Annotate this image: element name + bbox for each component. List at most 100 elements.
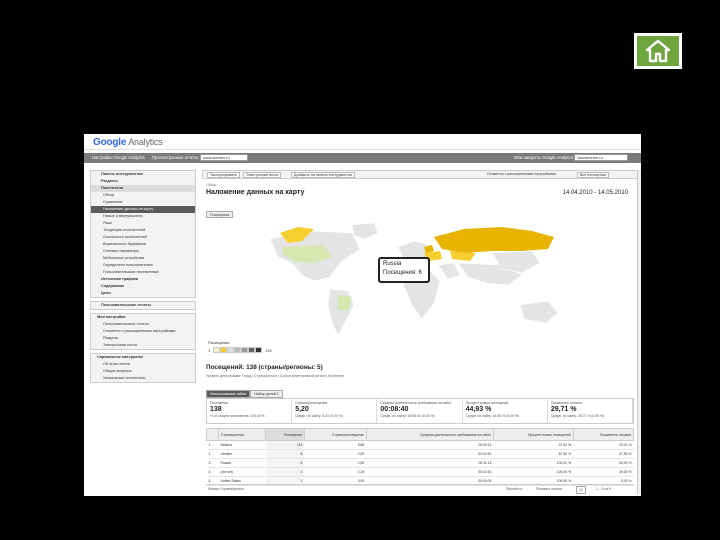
sidebar-item-traffic[interactable]: Источники трафика (91, 276, 195, 283)
col-pages[interactable]: Страниц/посещение (303, 428, 367, 441)
sidebar-subitem[interactable]: Язык (91, 220, 195, 227)
table-cell: 29,41 % (573, 440, 634, 450)
logo-analytics: Analytics (128, 137, 163, 147)
home-icon (637, 36, 679, 66)
country-link[interactable]: Belarus (218, 440, 266, 450)
date-range[interactable]: 14.04.2010 - 14.05.2010 (563, 190, 628, 196)
country-link[interactable]: Ukraine (218, 449, 266, 459)
breadcrumb[interactable]: Обзор (206, 183, 216, 187)
nav-my-accounts: Мои аккаунты Google Analytics: (514, 155, 575, 160)
sidebar-nav: Панель инструментов Разделы Посетители О… (90, 170, 196, 298)
sidebar-subitem[interactable]: Обзор (91, 192, 195, 199)
sidebar-item-sections[interactable]: Разделы (91, 178, 195, 185)
sidebar-item-custom-reports[interactable]: Пользовательские отчеты (91, 302, 195, 309)
ga-navbar: Настройки Google Analytics Просмотренные… (84, 153, 641, 163)
tooltip-visits: Посещения: 6 (383, 270, 422, 276)
col-bounce[interactable]: Показатель отказов (572, 428, 635, 441)
sidebar-item-goals[interactable]: Цели (91, 290, 195, 297)
table-cell: 2,25 (304, 467, 367, 477)
sidebar-subitem[interactable]: Сравнение (91, 199, 195, 206)
my-settings-box: Мои настройки Пользовательские отчеты Се… (90, 313, 196, 350)
nav-settings[interactable]: Настройки Google Analytics (92, 155, 145, 160)
col-new[interactable]: Процент новых посещений (492, 428, 574, 441)
show-rows-label: Показать строки: (536, 487, 563, 491)
sidebar-subitem[interactable]: Возможности браузеров (91, 241, 195, 248)
col-duration[interactable]: Средняя длительность пребывания на сайте (365, 428, 494, 441)
page-title: Наложение данных на карту (206, 189, 305, 196)
table-cell: 100,00 % (493, 458, 574, 468)
table-cell: 1. (206, 440, 219, 450)
legend-min: 1 (208, 347, 211, 353)
settings-link[interactable]: Сегменты с расширенными настройками (91, 328, 195, 335)
account-select[interactable]: Vamdeteme.ru (574, 154, 628, 161)
sidebar-item-content[interactable]: Содержание (91, 283, 195, 290)
nav-my-reports[interactable]: Просмотренные отчеты: (152, 155, 199, 160)
table-cell: 37,50 % (573, 449, 634, 459)
table-cell: 2,00 (304, 449, 367, 459)
sidebar-subitem[interactable]: Мобильные устройства (91, 255, 195, 262)
sidebar-subitem[interactable]: Новые и вернувшиеся (91, 213, 195, 220)
col-country[interactable]: Страна/регион (217, 428, 267, 441)
home-button[interactable] (634, 33, 682, 69)
help-link[interactable]: Уникальные посетители (91, 375, 195, 382)
sidebar-subitem-map-overlay[interactable]: Наложение данных на карту (91, 206, 195, 213)
table-row[interactable]: 1. Belarus 119 5,89 00:09:11 37,82 % 29,41 % (206, 440, 634, 450)
data-table: Страна/регион Посещения Страниц/посещени… (206, 428, 635, 486)
sidebar: Панель инструментов Разделы Посетители О… (90, 170, 196, 494)
view-select[interactable]: Посещения (206, 211, 234, 218)
sidebar-subitem[interactable]: Пользовательские переменные (91, 269, 195, 276)
table-cell: 00:02:51 (366, 449, 494, 459)
settings-link[interactable]: Электронная почта (91, 342, 195, 349)
site-select[interactable]: www.wecker.ru (200, 154, 248, 161)
export-button[interactable]: Экспортировать (207, 172, 240, 178)
table-cell: 87,50 % (493, 449, 574, 459)
add-dashboard-button[interactable]: Добавить на панель инструментов (291, 172, 355, 178)
summary-title: Посещений: 138 (страны/регионы: 5) (206, 364, 323, 371)
table-cell: 100,00 % (493, 467, 574, 477)
sidebar-subitem[interactable]: Лояльность посетителей (91, 234, 195, 241)
settings-link[interactable]: Пользовательские отчеты (91, 321, 195, 328)
tab-goal-set[interactable]: Набор целей 1 (250, 390, 283, 398)
table-cell: 4 (265, 467, 305, 477)
rows-select[interactable]: 10 (576, 486, 586, 494)
table-row[interactable]: 4. (not set) 4 2,25 00:02:30 100,00 % 25,00 % (206, 467, 634, 477)
scrollbar[interactable] (637, 170, 641, 494)
sidebar-subitem[interactable]: Сетевые параметры (91, 248, 195, 255)
col-visits[interactable]: Посещения (265, 428, 305, 441)
greenland (351, 222, 379, 240)
sidebar-subitem[interactable]: Определено пользователем (91, 262, 195, 269)
detail-level: Уровень детализации: Город | Страна/реги… (206, 374, 345, 378)
help-link[interactable]: Об этом отчете (91, 361, 195, 368)
sidebar-item-visitors[interactable]: Посетители (91, 185, 195, 192)
toolbar: Экспортировать Электронная почта Добавит… (202, 170, 638, 179)
segments-label: Сегменты с расширенными настройками (487, 172, 556, 176)
country-russia (434, 227, 554, 253)
legend-title: Посещения (208, 340, 230, 345)
table-cell: 3. (206, 458, 219, 468)
legend-max: 119 (265, 347, 272, 353)
table-row[interactable]: 2. Ukraine 8 2,00 00:02:51 87,50 % 37,50 % (206, 449, 634, 459)
ga-header: Google Analytics (84, 134, 641, 150)
help-link[interactable]: Общие вопросы (91, 368, 195, 375)
map-tooltip: Russia Посещения: 6 (378, 257, 430, 283)
table-cell: 2,50 (304, 458, 367, 468)
sidebar-subitem[interactable]: Тенденции посетителей (91, 227, 195, 234)
table-row[interactable]: 3. Russia 6 2,50 00:11:13 100,00 % 50,00 % (206, 458, 634, 468)
metric-pages: Страниц/посещение 5,20 Средн. по сайту: 5,… (292, 399, 378, 423)
country-link[interactable]: (not set) (218, 467, 266, 477)
metric-duration: Средняя длительность пребывания на сайте… (377, 399, 463, 423)
table-cell: 00:02:30 (366, 467, 494, 477)
page-count: 1 – 5 из 5 (596, 487, 611, 491)
sidebar-item-dashboard[interactable]: Панель инструментов (91, 171, 195, 178)
help-title: Справочные материалы (97, 355, 144, 359)
tab-site-usage[interactable]: Использование сайта (206, 390, 251, 398)
table-cell: 6 (265, 458, 305, 468)
email-button[interactable]: Электронная почта (243, 172, 282, 178)
country-link[interactable]: Russia (218, 458, 266, 468)
middle-east (437, 262, 461, 280)
settings-link[interactable]: Разделы (91, 335, 195, 342)
table-cell: 00:09:11 (366, 440, 494, 450)
table-cell: 50,00 % (573, 458, 634, 468)
segment-select[interactable]: Все посещения (577, 172, 609, 178)
help-box: Справочные материалы Об этом отчете Общи… (90, 353, 196, 383)
